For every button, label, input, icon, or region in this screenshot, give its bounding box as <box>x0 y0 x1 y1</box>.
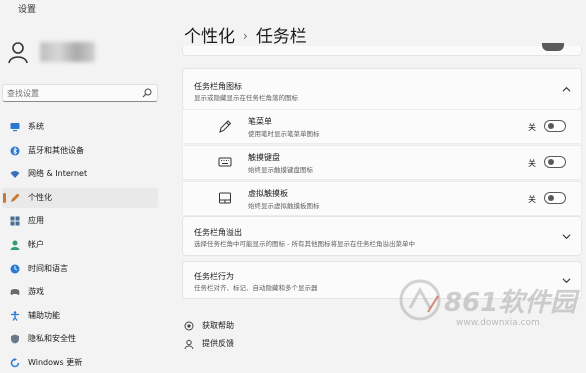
corner-icon-row: 触摸键盘始终显示触摸键盘图标 关 <box>182 145 582 180</box>
sidebar-item-label: 应用 <box>28 216 44 226</box>
sidebar-item-label: Windows 更新 <box>28 358 83 367</box>
toggle-knob <box>548 123 554 129</box>
monitor-icon <box>10 123 20 132</box>
feedback-label: 提供反馈 <box>202 339 234 348</box>
sidebar: 系统蓝牙和其他设备网络 & Internet 个性化应用帐户时间和语言游戏辅助功能… <box>0 12 170 368</box>
breadcrumb-separator: › <box>243 29 248 43</box>
corner-icons-subtitle: 显示或隐藏显示在任务栏角落的图标 <box>194 94 298 102</box>
gamepad-icon <box>10 289 20 296</box>
sidebar-item-label: 帐户 <box>28 240 44 249</box>
sidebar-item-2[interactable]: 网络 & Internet <box>2 164 158 184</box>
watermark: 861软件园 www.downxia.com <box>398 278 582 338</box>
sidebar-item-9[interactable]: 隐私和安全性 <box>2 329 158 349</box>
avatar[interactable] <box>6 40 30 64</box>
corner-icon-title: 触摸键盘 <box>248 153 280 162</box>
account-icon <box>10 240 20 250</box>
toggle-state-label: 关 <box>528 195 536 204</box>
toggle-state-label: 关 <box>528 123 536 132</box>
overflow-title: 任务栏角溢出 <box>194 228 242 237</box>
search-icon[interactable] <box>142 88 152 98</box>
sidebar-item-0[interactable]: 系统 <box>2 117 158 137</box>
overflow-subtitle: 选择任务栏角中可能显示的图标 - 所有其他图标将显示在任务栏角溢出菜单中 <box>194 240 415 248</box>
sidebar-item-label: 时间和语言 <box>28 263 68 273</box>
chevron-up-icon[interactable] <box>562 85 571 94</box>
get-help-link[interactable]: 获取帮助 <box>184 320 234 331</box>
shield-icon <box>11 334 19 344</box>
feedback-link[interactable]: 提供反馈 <box>184 338 234 349</box>
get-help-label: 获取帮助 <box>202 321 234 330</box>
toggle-switch[interactable] <box>544 156 566 168</box>
sidebar-item-10[interactable]: Windows 更新 <box>2 353 158 373</box>
watermark-brand: 861软件园 <box>444 288 577 318</box>
partial-toggle <box>542 43 564 51</box>
sidebar-item-3[interactable]: 个性化 <box>2 187 158 208</box>
corner-icon-title: 笔菜单 <box>248 117 272 126</box>
accessibility-icon <box>11 310 19 321</box>
sidebar-item-5[interactable]: 帐户 <box>2 235 158 255</box>
watermark-url: www.downxia.com <box>456 318 540 328</box>
help-icon <box>184 321 194 330</box>
sidebar-item-label: 个性化 <box>28 192 52 202</box>
behaviors-title: 任务栏行为 <box>194 272 234 281</box>
chevron-down-icon[interactable] <box>562 232 571 241</box>
user-icon <box>8 42 28 64</box>
sidebar-item-label: 游戏 <box>28 287 44 297</box>
sidebar-item-label: 网络 & Internet <box>28 169 88 179</box>
toggle-switch[interactable] <box>544 192 566 204</box>
pen-menu-icon <box>219 120 232 133</box>
search-input[interactable] <box>7 86 137 100</box>
sidebar-item-6[interactable]: 时间和语言 <box>2 259 158 279</box>
bluetooth-icon <box>10 146 20 156</box>
touchpad-icon <box>219 192 231 204</box>
previous-card-partial <box>182 43 582 56</box>
sidebar-item-8[interactable]: 辅助功能 <box>2 306 158 326</box>
user-name-redacted <box>40 42 95 62</box>
sidebar-item-4[interactable]: 应用 <box>2 211 158 231</box>
apps-icon <box>10 216 20 226</box>
sidebar-item-label: 系统 <box>28 122 44 131</box>
sidebar-item-label: 蓝牙和其他设备 <box>28 145 84 155</box>
pen-icon <box>11 193 20 202</box>
update-icon <box>10 358 20 368</box>
corner-icon-title: 虚拟触摸板 <box>248 189 288 198</box>
corner-icon-subtitle: 使用笔时显示笔菜单图标 <box>248 130 320 138</box>
overflow-card[interactable]: 任务栏角溢出 选择任务栏角中可能显示的图标 - 所有其他图标将显示在任务栏角溢出… <box>182 216 582 256</box>
toggle-switch[interactable] <box>544 120 566 132</box>
behaviors-subtitle: 任务栏对齐、标记、自动隐藏和多个显示器 <box>194 284 318 292</box>
page-title: 任务栏 <box>255 27 307 47</box>
breadcrumb-parent[interactable]: 个性化 <box>184 27 235 47</box>
corner-icon-row: 虚拟触摸板始终显示虚拟触摸板图标 关 <box>182 181 582 216</box>
toggle-knob <box>548 159 554 165</box>
corner-icons-card[interactable]: 任务栏角图标 显示或隐藏显示在任务栏角落的图标 <box>182 68 582 110</box>
corner-icon-subtitle: 始终显示虚拟触摸板图标 <box>248 202 320 210</box>
keyboard-icon <box>218 157 232 167</box>
globe-clock-icon <box>10 264 20 274</box>
wifi-icon <box>10 171 20 179</box>
sidebar-item-1[interactable]: 蓝牙和其他设备 <box>2 141 158 161</box>
watermark-logo-icon <box>399 279 441 321</box>
search-box[interactable] <box>2 84 158 102</box>
breadcrumb: 个性化 › 任务栏 <box>184 22 307 47</box>
corner-icons-title: 任务栏角图标 <box>194 82 242 91</box>
corner-icon-row: 笔菜单使用笔时显示笔菜单图标 关 <box>182 109 582 144</box>
feedback-icon <box>184 339 194 349</box>
active-indicator <box>3 192 6 203</box>
toggle-knob <box>548 195 554 201</box>
sidebar-item-label: 辅助功能 <box>28 310 60 320</box>
toggle-state-label: 关 <box>528 159 536 168</box>
sidebar-item-label: 隐私和安全性 <box>28 334 76 344</box>
sidebar-item-7[interactable]: 游戏 <box>2 282 158 302</box>
corner-icon-subtitle: 始终显示触摸键盘图标 <box>248 166 313 174</box>
